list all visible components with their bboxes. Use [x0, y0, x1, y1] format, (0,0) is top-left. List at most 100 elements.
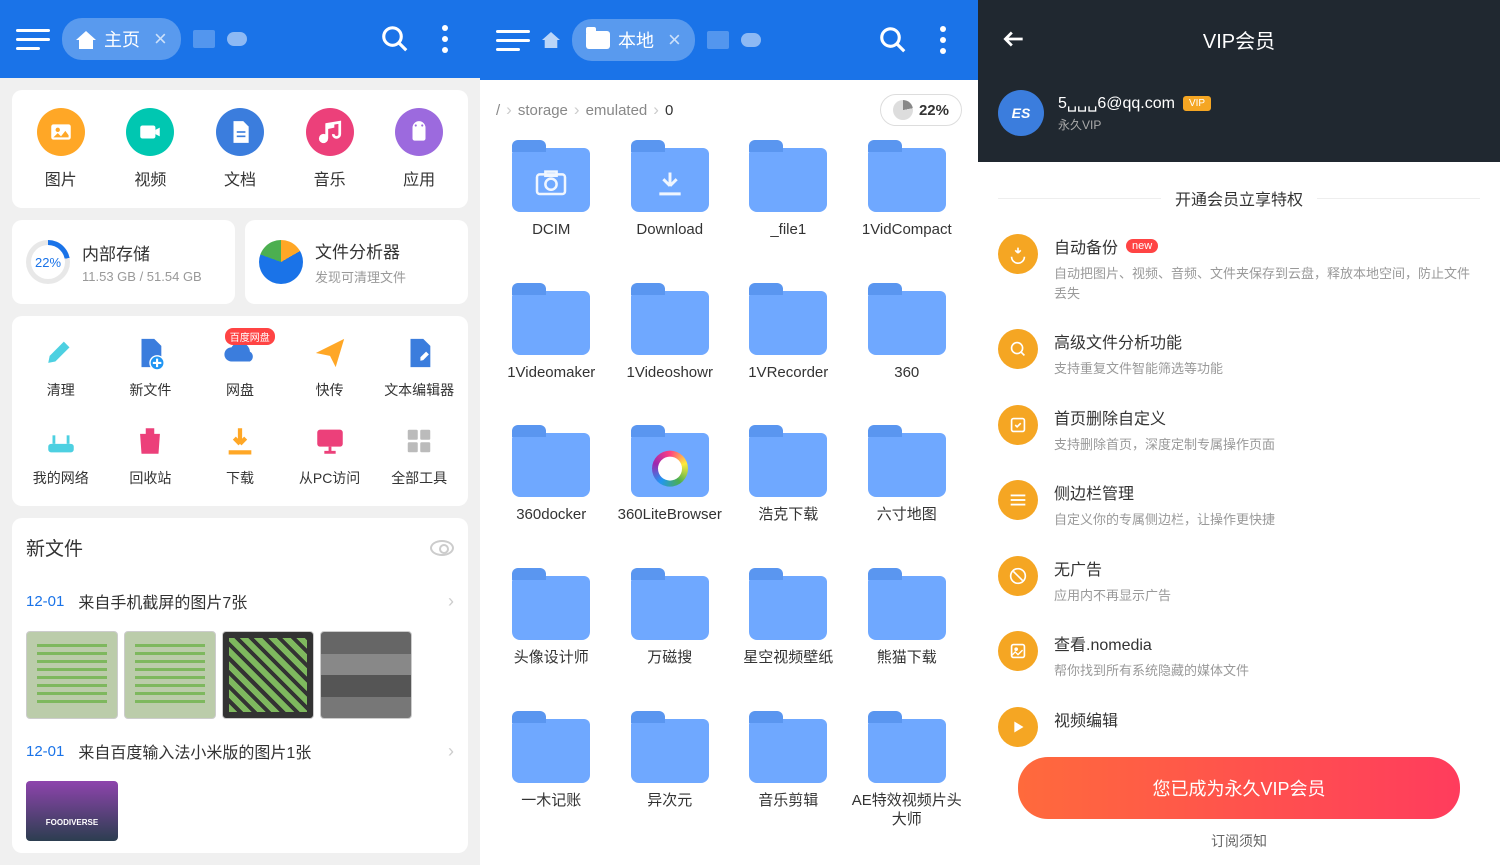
usage-badge[interactable]: 22% — [880, 94, 962, 126]
thumbnail-row — [26, 781, 454, 841]
folder-item[interactable]: 浩克下载 — [729, 433, 848, 552]
thumbnail[interactable] — [124, 631, 216, 719]
folder-item[interactable]: 1VidCompact — [848, 148, 967, 267]
folder-item[interactable]: 360 — [848, 291, 967, 410]
thumbnail[interactable] — [222, 631, 314, 719]
tool-trash[interactable]: 回收站 — [106, 422, 196, 488]
category-image[interactable]: 图片 — [37, 108, 85, 190]
folder-item[interactable]: 六寸地图 — [848, 433, 967, 552]
category-video[interactable]: 视频 — [126, 108, 174, 190]
header-dark: VIP会员 — [978, 0, 1500, 78]
tab-local[interactable]: 本地 × — [572, 19, 695, 61]
thumbnail[interactable] — [320, 631, 412, 719]
folder-item[interactable]: 一木记账 — [492, 719, 611, 857]
breadcrumb-part[interactable]: emulated — [586, 102, 648, 119]
folder-name: 1Videomaker — [507, 363, 595, 383]
feature-item[interactable]: 首页删除自定义支持删除首页，深度定制专属操作页面 — [998, 405, 1480, 455]
folder-item[interactable]: 360LiteBrowser — [611, 433, 730, 552]
visibility-icon[interactable] — [430, 540, 454, 556]
tool-newfile[interactable]: 新文件 — [106, 334, 196, 400]
gradient-icon — [652, 451, 688, 487]
thumbnail[interactable] — [26, 631, 118, 719]
breadcrumb-part[interactable]: storage — [518, 102, 568, 119]
cloud-icon[interactable] — [741, 33, 761, 47]
tool-label: 从PC访问 — [299, 468, 360, 488]
storage-title: 内部存储 — [82, 240, 221, 265]
feature-item[interactable]: 查看.nomedia帮你找到所有系统隐藏的媒体文件 — [998, 631, 1480, 681]
tool-brush[interactable]: 清理 — [16, 334, 106, 400]
category-android[interactable]: 应用 — [395, 108, 443, 190]
folder-item[interactable]: 音乐剪辑 — [729, 719, 848, 857]
menu-icon[interactable] — [496, 23, 530, 57]
folder-icon — [631, 148, 709, 212]
tool-label: 清理 — [47, 380, 75, 400]
folder-item[interactable]: 万磁搜 — [611, 576, 730, 695]
section-title: 新文件 — [26, 534, 83, 561]
folder-name: DCIM — [532, 220, 570, 240]
tool-editor[interactable]: 文本编辑器 — [374, 334, 464, 400]
feature-icon — [998, 707, 1038, 747]
cta-button[interactable]: 您已成为永久VIP会员 — [1018, 757, 1460, 819]
folder-icon — [512, 576, 590, 640]
menu-icon[interactable] — [16, 22, 50, 56]
newfiles-section: 新文件 12-01来自手机截屏的图片7张› 12-01来自百度输入法小米版的图片1… — [12, 518, 468, 853]
thumbnail[interactable] — [26, 781, 118, 841]
breadcrumb-part[interactable]: 0 — [665, 102, 673, 119]
tool-router[interactable]: 我的网络 — [16, 422, 106, 488]
tool-cloud[interactable]: 百度网盘网盘 — [195, 334, 285, 400]
search-icon[interactable] — [376, 20, 414, 58]
close-icon[interactable]: × — [154, 26, 167, 52]
folder-item[interactable]: 头像设计师 — [492, 576, 611, 695]
category-music[interactable]: 音乐 — [306, 108, 354, 190]
tool-pc[interactable]: 从PC访问 — [285, 422, 375, 488]
folder-item[interactable]: _file1 — [729, 148, 848, 267]
feature-item[interactable]: 无广告应用内不再显示广告 — [998, 556, 1480, 606]
folder-item[interactable]: 熊猫下载 — [848, 576, 967, 695]
folder-item[interactable]: 1VRecorder — [729, 291, 848, 410]
folder-item[interactable]: AE特效视频片头大师 — [848, 719, 967, 857]
recent-file-row[interactable]: 12-01来自手机截屏的图片7张› — [26, 577, 454, 625]
home-icon[interactable] — [542, 32, 560, 48]
window-icon[interactable] — [707, 31, 729, 49]
tool-badge: 百度网盘 — [225, 328, 275, 345]
breadcrumb-part[interactable]: / — [496, 102, 500, 119]
storage-card[interactable]: 22% 内部存储 11.53 GB / 51.54 GB — [12, 220, 235, 304]
more-icon[interactable] — [924, 21, 962, 59]
feature-desc: 支持删除首页，深度定制专属操作页面 — [1054, 435, 1480, 455]
folder-name: 星空视频壁纸 — [743, 648, 833, 668]
brush-icon — [42, 334, 80, 372]
folder-icon — [749, 148, 827, 212]
send-icon — [311, 334, 349, 372]
recent-file-row[interactable]: 12-01来自百度输入法小米版的图片1张› — [26, 727, 454, 775]
cloud-icon[interactable] — [227, 32, 247, 46]
feature-item[interactable]: 视频编辑 — [998, 707, 1480, 747]
folder-item[interactable]: 星空视频壁纸 — [729, 576, 848, 695]
window-icon[interactable] — [193, 30, 215, 48]
folder-item[interactable]: 360docker — [492, 433, 611, 552]
feature-item[interactable]: 侧边栏管理自定义你的专属侧边栏，让操作更快捷 — [998, 480, 1480, 530]
tool-label: 新文件 — [129, 380, 171, 400]
feature-item[interactable]: 自动备份new自动把图片、视频、音频、文件夹保存到云盘，释放本地空间，防止文件丢… — [998, 234, 1480, 303]
feature-title: 自动备份 — [1054, 234, 1118, 258]
folder-item[interactable]: 1Videomaker — [492, 291, 611, 410]
search-icon[interactable] — [874, 21, 912, 59]
pie-icon — [893, 100, 913, 120]
home-pane: 主页 × 图片视频文档音乐应用 22% 内部存储 11.53 GB / 51.5… — [0, 0, 480, 865]
folder-item[interactable]: Download — [611, 148, 730, 267]
folder-item[interactable]: 异次元 — [611, 719, 730, 857]
avatar[interactable]: ES — [998, 90, 1044, 136]
feature-item[interactable]: 高级文件分析功能支持重复文件智能筛选等功能 — [998, 329, 1480, 379]
header-bar: 主页 × — [0, 0, 480, 78]
folder-item[interactable]: 1Videoshowr — [611, 291, 730, 410]
more-icon[interactable] — [426, 20, 464, 58]
tab-home[interactable]: 主页 × — [62, 18, 181, 60]
tool-send[interactable]: 快传 — [285, 334, 375, 400]
folder-icon — [512, 291, 590, 355]
tool-grid[interactable]: 全部工具 — [374, 422, 464, 488]
folder-item[interactable]: DCIM — [492, 148, 611, 267]
analyzer-card[interactable]: 文件分析器 发现可清理文件 — [245, 220, 468, 304]
category-doc[interactable]: 文档 — [216, 108, 264, 190]
tool-download[interactable]: 下载 — [195, 422, 285, 488]
close-icon[interactable]: × — [668, 27, 681, 53]
subscribe-link[interactable]: 订阅须知 — [998, 831, 1480, 865]
